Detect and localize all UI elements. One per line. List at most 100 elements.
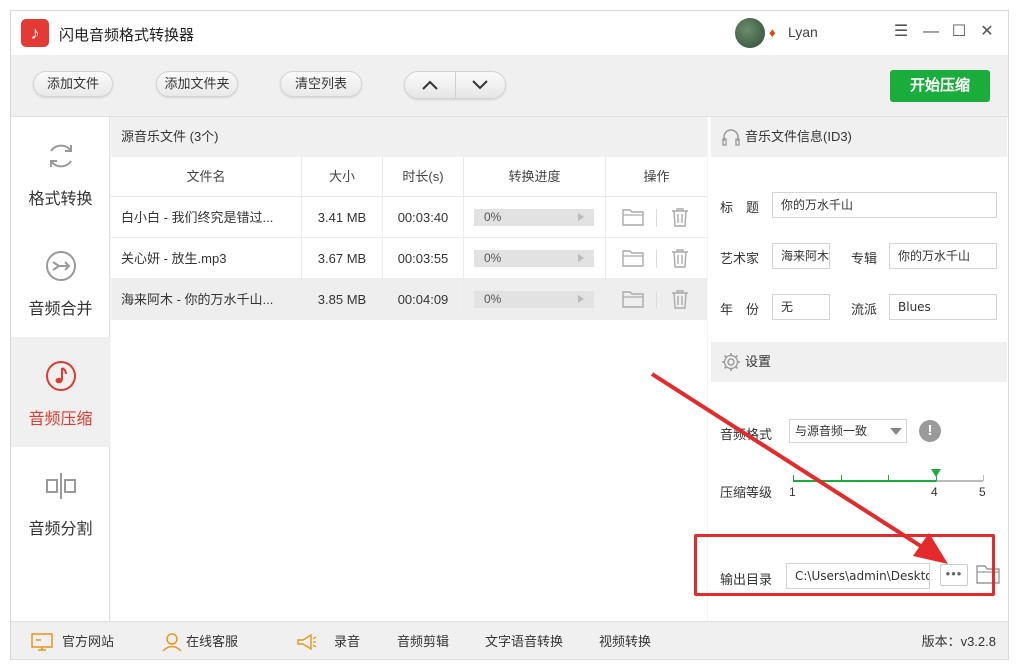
id3-title: 音乐文件信息(ID3) [745,129,852,144]
version-label: 版本：v3.2.8 [921,634,996,649]
genre-field[interactable]: Blues [889,294,997,320]
slider-tick [983,475,984,481]
column-header-progress: 转换进度 [464,157,606,196]
vip-diamond-icon: ♦ [769,25,776,40]
table-row[interactable]: 海来阿木 - 你的万水千山... 3.85 MB 00:04:09 0% [111,279,707,320]
table-row[interactable]: 白小白 - 我们终究是错过... 3.41 MB 00:03:40 0% [111,197,707,238]
file-name: 白小白 - 我们终究是错过... [111,197,302,237]
app-title: 闪电音频格式转换器 [59,27,195,44]
actions-cell [606,197,707,237]
output-dir-label: 输出目录 [720,572,773,587]
title-field[interactable]: 你的万水千山 [772,192,997,218]
chevron-down-icon [472,80,488,90]
sidebar-item-audio-split[interactable]: 音频分割 [11,447,110,557]
artist-label: 艺术家 [720,251,760,266]
user-name[interactable]: Lyan [788,24,818,40]
move-buttons [404,71,506,99]
file-name: 关心妍 - 放生.mp3 [111,238,302,278]
sidebar-item-label: 格式转换 [28,191,93,208]
online-support-link[interactable]: 在线客服 [186,622,238,659]
progress-text: 0% [484,292,502,306]
open-folder-icon[interactable] [622,289,644,309]
sidebar-item-format-convert[interactable]: 格式转换 [11,117,110,227]
chevron-up-icon [422,80,438,90]
bottom-bar: 官方网站 在线客服 录音 音频剪辑 文字语音转换 视频转换 版本：v3.2.8 [11,621,1008,659]
open-output-folder-icon[interactable] [976,563,1000,585]
trash-icon[interactable] [669,207,691,227]
settings-title: 设置 [745,354,772,369]
column-header-name: 文件名 [111,157,302,196]
app-logo: ♪ [21,19,49,47]
column-header-actions: 操作 [643,169,670,184]
format-select[interactable]: 与源音频一致 [789,419,907,443]
slider-tick-label: 1 [789,485,796,499]
audio-edit-link[interactable]: 音频剪辑 [397,622,449,659]
trash-icon[interactable] [669,248,691,268]
avatar[interactable] [735,18,765,48]
play-arrow-icon [578,254,584,262]
divider [656,291,657,309]
headphones-icon [722,129,740,146]
file-list: 源音乐文件 (3个) 文件名 大小 时长(s) 转换进度 操作 白小白 - 我们… [111,117,707,621]
compression-level-slider[interactable] [793,469,984,482]
sidebar: 格式转换 音频合并 音频压缩 音频分割 [11,117,110,621]
video-convert-link[interactable]: 视频转换 [599,622,651,659]
minimize-icon[interactable]: — [921,22,941,42]
browse-more-button[interactable]: ••• [940,564,968,586]
add-file-button[interactable]: 添加文件 [33,71,113,97]
info-warning-icon[interactable]: ! [919,420,941,442]
title-label: 标 题 [720,200,760,215]
divider [656,250,657,268]
id3-section-header: 音乐文件信息(ID3) [711,117,1007,157]
official-website-link[interactable]: 官方网站 [62,622,114,659]
format-label: 音频格式 [720,427,773,442]
sidebar-item-audio-compress[interactable]: 音频压缩 [11,337,110,447]
clear-list-button[interactable]: 清空列表 [280,71,362,97]
record-link[interactable]: 录音 [334,622,360,659]
trash-icon[interactable] [669,289,691,309]
divider [656,209,657,227]
maximize-icon[interactable]: ☐ [949,22,969,42]
menu-icon[interactable]: ☰ [891,22,911,42]
move-down-button[interactable] [456,72,506,98]
file-size: 3.85 MB [302,279,383,319]
slider-fill [793,480,936,482]
move-up-button[interactable] [405,72,456,98]
play-arrow-icon [578,213,584,221]
album-label: 专辑 [851,251,878,266]
sidebar-item-label: 音频分割 [28,521,93,538]
sidebar-item-audio-merge[interactable]: 音频合并 [11,227,110,337]
refresh-icon [50,144,72,168]
file-duration: 00:04:09 [383,279,464,319]
gear-icon [722,353,740,371]
progress-bar: 0% [474,250,594,267]
progress-cell: 0% [464,238,606,278]
add-folder-button[interactable]: 添加文件夹 [156,71,238,97]
file-list-header: 源音乐文件 (3个) [111,117,707,157]
sidebar-item-label: 音频压缩 [28,411,93,428]
artist-field[interactable]: 海来阿木 [772,243,830,269]
sidebar-item-label: 音频合并 [28,301,93,318]
album-field[interactable]: 你的万水千山 [889,243,997,269]
table-row[interactable]: 关心妍 - 放生.mp3 3.67 MB 00:03:55 0% [111,238,707,279]
file-name: 海来阿木 - 你的万水千山... [111,279,302,319]
format-select-value: 与源音频一致 [795,424,868,438]
music-note-icon [46,361,76,391]
text-to-speech-link[interactable]: 文字语音转换 [485,622,563,659]
play-arrow-icon [578,295,584,303]
merge-icon [46,251,76,281]
output-dir-field[interactable]: C:\Users\admin\Desktop [786,563,930,589]
monitor-icon [31,633,53,651]
close-icon[interactable]: ✕ [977,22,997,42]
start-compress-button[interactable]: 开始压缩 [890,70,990,102]
slider-thumb[interactable] [930,469,941,477]
title-bar: ♪ 闪电音频格式转换器 ♦ Lyan ☰ — ☐ ✕ [11,11,1008,55]
progress-bar: 0% [474,291,594,308]
progress-bar: 0% [474,209,594,226]
column-header-size: 大小 [302,157,383,196]
open-folder-icon[interactable] [622,207,644,227]
open-folder-icon[interactable] [622,248,644,268]
genre-label: 流派 [851,302,878,317]
year-field[interactable]: 无 [772,294,830,320]
column-header-duration: 时长(s) [383,157,464,196]
